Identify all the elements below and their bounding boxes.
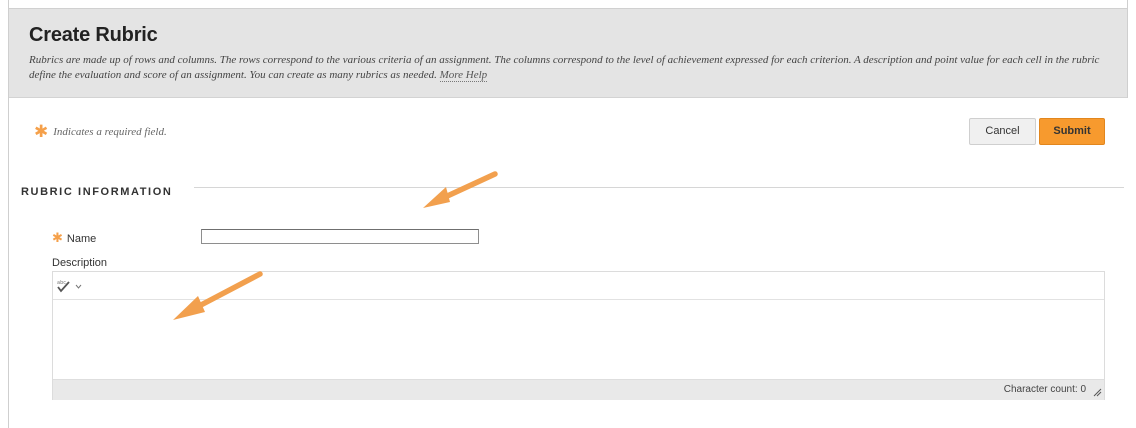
section-title-rubric-information: RUBRIC INFORMATION <box>21 186 173 198</box>
resize-grip-icon[interactable] <box>1092 387 1102 397</box>
page-description: Rubrics are made up of rows and columns.… <box>29 53 1119 83</box>
description-editor: abc Character count: 0 <box>52 271 1105 400</box>
description-textarea[interactable] <box>53 300 1104 379</box>
page-header: Create Rubric Rubrics are made up of row… <box>9 8 1127 98</box>
character-count: Character count: 0 <box>1003 384 1086 395</box>
svg-text:abc: abc <box>57 280 66 286</box>
editor-toolbar: abc <box>53 272 1104 300</box>
chevron-down-icon <box>75 284 82 289</box>
frame-right-border <box>1127 0 1128 98</box>
submit-button[interactable]: Submit <box>1039 118 1105 145</box>
description-field-label: Description <box>52 257 108 269</box>
editor-status-bar: Character count: 0 <box>53 379 1104 400</box>
page-description-text: Rubrics are made up of rows and columns.… <box>29 54 1100 81</box>
cancel-button[interactable]: Cancel <box>969 118 1036 145</box>
required-field-text: Indicates a required field. <box>53 126 167 138</box>
name-input[interactable] <box>201 229 479 244</box>
spellcheck-button[interactable]: abc <box>56 278 90 294</box>
more-help-link[interactable]: More Help <box>439 69 488 82</box>
annotation-arrow-icon <box>423 171 498 208</box>
asterisk-icon: ✱ <box>34 122 49 142</box>
required-field-note: ✱ Indicates a required field. <box>34 122 167 142</box>
name-label-text: Name <box>66 233 97 245</box>
name-field-label: ✱ Name <box>52 231 96 246</box>
asterisk-icon: ✱ <box>52 231 63 246</box>
section-divider <box>194 187 1124 188</box>
page-title: Create Rubric <box>29 24 158 46</box>
spellcheck-icon: abc <box>57 280 82 293</box>
